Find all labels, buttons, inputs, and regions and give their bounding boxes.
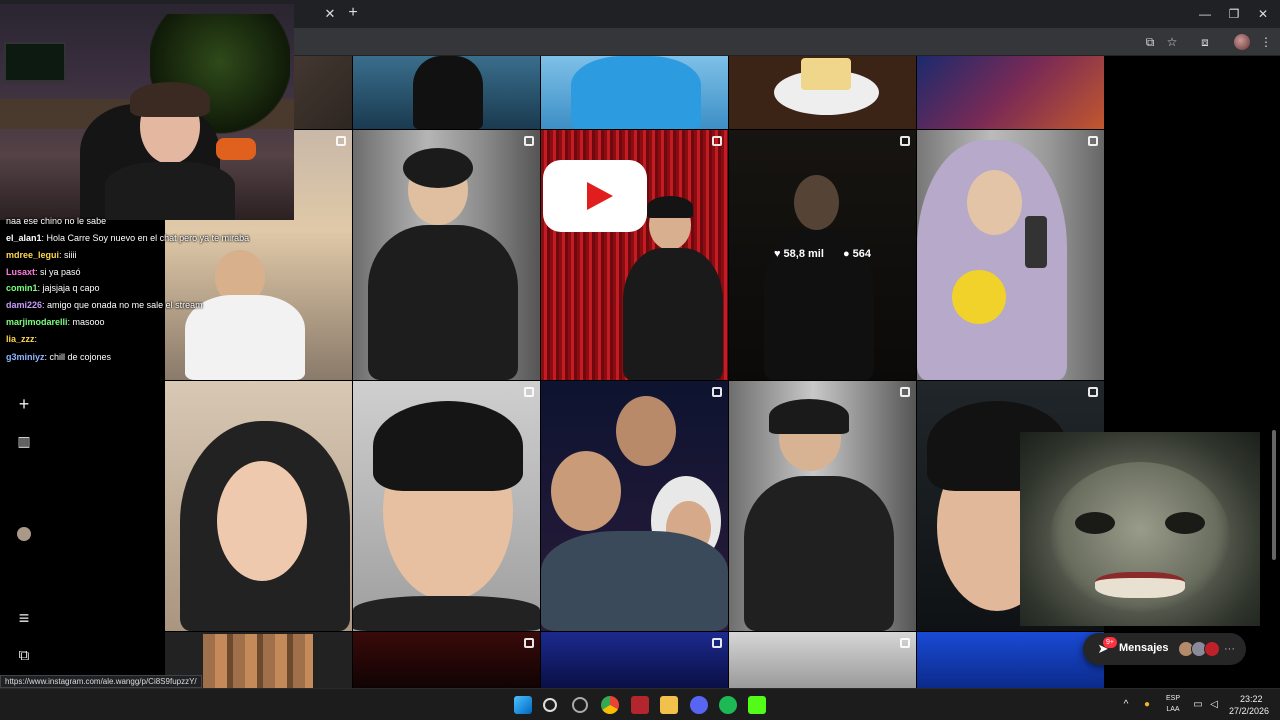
pixel-art [203,634,313,688]
tab-close-icon[interactable]: ✕ [322,6,338,22]
background-monitor [4,42,66,82]
post-tile[interactable] [353,56,540,129]
new-tab-button[interactable]: + [345,5,361,21]
profile-avatar[interactable] [17,527,31,541]
multi-post-icon [1088,387,1098,397]
browser-profile-avatar[interactable] [1234,34,1250,50]
minimize-button[interactable]: — [1190,4,1220,24]
posts-grid: ♥ 58,8 mil ● 564 [165,56,1105,688]
post-tile[interactable] [729,632,916,688]
messages-label: Mensajes [1119,642,1169,654]
multi-post-icon [524,387,534,397]
close-window-button[interactable]: ✕ [1248,4,1278,24]
screen: ✕ + — ❐ ✕ ⧉ ☆ ⧈ ⋮ + ▥ ≡ ⧉ ♥ 58,8 mil ● 5… [0,0,1280,720]
kick-icon[interactable] [748,696,766,714]
multi-post-icon [524,638,534,648]
microphone [216,138,256,160]
clock-time[interactable]: 23:22 [1240,694,1263,704]
multi-post-icon [712,638,722,648]
microphone-icon[interactable]: ● [1141,699,1153,711]
post-tile[interactable] [729,381,916,631]
smiley-print [952,270,1006,324]
multi-post-icon [712,387,722,397]
file-explorer-icon[interactable] [660,696,678,714]
more-menu-icon[interactable]: ≡ [14,608,34,628]
chrome-icon[interactable] [601,696,619,714]
multi-post-icon [336,136,346,146]
app-icon[interactable] [631,696,649,714]
chat-message: el_alan1: Hola Carre Soy nuevo en el cha… [6,233,250,243]
language-top[interactable]: ESP [1163,695,1183,702]
reaction-image-overlay [1020,432,1260,626]
bookmark-star-icon[interactable]: ☆ [1164,34,1180,50]
chat-message: naa ese chino no le sabe [6,216,107,226]
insights-icon[interactable]: ▥ [14,431,34,451]
scrollbar-thumb[interactable] [1272,430,1276,560]
browser-menu-icon[interactable]: ⋮ [1258,34,1274,50]
post-tile[interactable] [165,381,352,631]
chat-message: comin1: jajsjaja q capo [6,283,100,293]
multi-post-icon [900,387,910,397]
post-tile[interactable] [541,632,728,688]
language-bottom[interactable]: LAA [1163,706,1183,713]
tray-overflow-icon[interactable]: ^ [1120,699,1132,711]
obs-icon[interactable] [572,697,588,713]
chat-message: lia_zzz: [6,334,38,344]
windows-start-icon[interactable] [514,696,532,714]
post-tile[interactable] [353,130,540,380]
comments-count: ● 564 [842,248,872,260]
likes-count: ♥ 58,8 mil [773,248,824,260]
chat-message: dami226: amigo que onada no me sale el s… [6,300,203,310]
phone [1025,216,1047,268]
post-tile[interactable] [541,130,728,380]
post-tile[interactable] [917,130,1104,380]
post-tile[interactable] [729,56,916,129]
extensions-icon[interactable]: ⧈ [1197,34,1213,50]
messages-more-icon: ··· [1224,643,1235,655]
post-tile[interactable] [917,56,1104,129]
streamer-webcam [0,4,294,220]
multi-post-icon [712,136,722,146]
messages-badge: 9+ [1103,637,1117,648]
youtube-logo [543,160,647,232]
stream-chat: naa ese chino no le sabe el_alan1: Hola … [0,216,300,386]
cake-slice [801,58,851,90]
status-url: https://www.instagram.com/ale.wangg/p/Ci… [0,675,202,688]
streamer-hair [130,82,210,117]
multi-post-icon [900,136,910,146]
network-icon[interactable]: ▭ [1192,699,1204,711]
message-avatar [1204,641,1220,657]
windows-taskbar: ^ ● ESP LAA ▭ ◁ 23:22 27/2/2026 [0,688,1280,720]
chat-message: mdree_legui: siiii [6,250,77,260]
chat-message: g3miniyz: chill de cojones [6,352,112,362]
volume-icon[interactable]: ◁ [1208,699,1220,711]
spotify-icon[interactable] [719,696,737,714]
multi-post-icon [1088,136,1098,146]
post-stats: ♥ 58,8 mil ● 564 [729,248,916,260]
hover-overlay: ♥ 58,8 mil ● 564 [729,130,916,380]
multi-post-icon [524,136,534,146]
multi-post-icon [900,638,910,648]
chat-message: Lusaxt: si ya pasó [6,267,81,277]
also-from-meta-icon[interactable]: ⧉ [14,646,34,666]
cast-icon[interactable]: ⧉ [1142,34,1158,50]
post-tile[interactable] [541,381,728,631]
streamer-jacket [105,162,235,220]
creature-eye-left [1075,512,1115,534]
search-icon[interactable] [543,698,557,712]
create-icon[interactable]: + [14,394,34,414]
maximize-button[interactable]: ❐ [1219,4,1249,24]
creature-teeth [1095,572,1185,598]
post-tile[interactable] [353,632,540,688]
post-tile[interactable] [541,56,728,129]
discord-icon[interactable] [690,696,708,714]
post-tile[interactable] [917,632,1104,688]
clock-date[interactable]: 27/2/2026 [1229,706,1269,716]
page-scrollbar[interactable] [1270,60,1278,680]
post-tile[interactable] [353,381,540,631]
creature-eye-right [1165,512,1205,534]
post-tile-hovered[interactable]: ♥ 58,8 mil ● 564 [729,130,916,380]
messages-button[interactable]: ➤ 9+ Mensajes ··· [1083,633,1246,665]
chat-message: marjimodarelli: masooo [6,317,105,327]
